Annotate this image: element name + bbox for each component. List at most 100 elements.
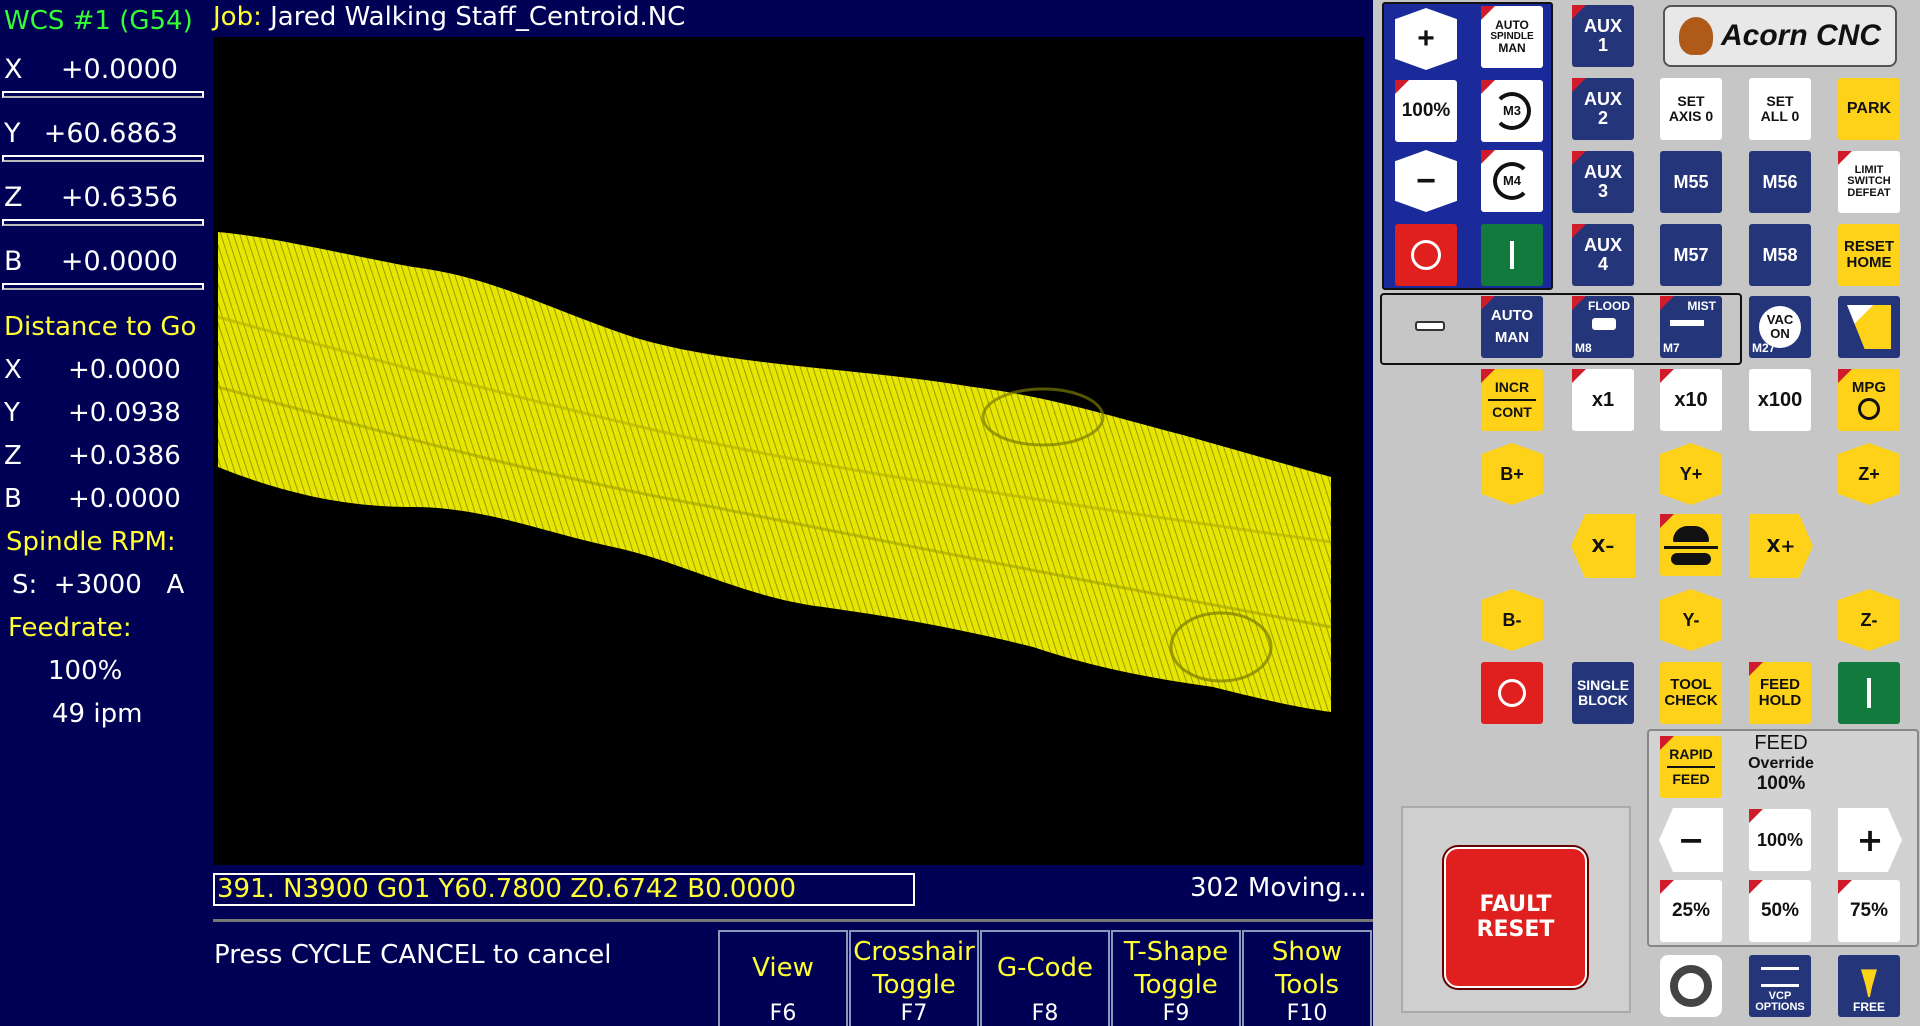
fkey-crosshair-toggle[interactable]: Crosshair Toggle F7 [849,930,979,1026]
spindle-cw-m3-button[interactable]: M3 [1481,80,1543,142]
toolpath-viewport[interactable] [213,37,1364,865]
cycle-start-icon [1867,678,1871,708]
spindle-stop-button[interactable] [1395,224,1457,286]
feed-override-100-button[interactable]: 100% [1749,809,1811,871]
axis-label: B [4,246,23,277]
fault-reset-button[interactable]: FAULT RESET [1444,847,1587,988]
fkey-number: F9 [1162,1001,1190,1026]
jog-y-plus-button[interactable]: Y+ [1660,443,1722,505]
flood-m8-button[interactable]: FLOOD M8 [1572,296,1634,358]
jog-b-plus-button[interactable]: B+ [1481,443,1543,505]
fkey-label-2: Toggle [872,970,956,1000]
rapid-feed-button[interactable]: RAPID FEED [1660,736,1722,798]
mpg-button[interactable]: MPG [1838,369,1900,431]
job-name: Jared Walking Staff_Centroid.NC [270,2,686,32]
fkey-label-2: Tools [1274,970,1340,1000]
auto-label: AUTO [1495,18,1529,33]
set-axis-zero-button[interactable]: SET AXIS 0 [1660,78,1722,140]
cycle-start-button[interactable] [1838,662,1900,724]
spindle-speed-minus-button[interactable]: − [1395,150,1457,212]
turtle-icon [1673,525,1709,542]
single-block-button[interactable]: SINGLE BLOCK [1572,662,1634,724]
mist-m7-button[interactable]: MIST M7 [1660,296,1722,358]
spindle-rpm-label: Spindle RPM: [6,527,176,557]
pin-icon [1861,969,1877,998]
dro-z[interactable]: Z +0.6356 [2,172,206,236]
toolpath-graphic [217,232,1332,712]
m7-label: M7 [1663,341,1680,356]
fkey-gcode[interactable]: G-Code F8 [980,930,1110,1026]
spindle-speed-plus-button[interactable]: + [1395,8,1457,70]
spindle-speed-100-button[interactable]: 100% [1395,80,1457,142]
axis-value: +0.0000 [60,54,178,85]
coolant-auto-man-button[interactable]: AUTO MAN [1481,296,1543,358]
fkey-view[interactable]: View F6 [718,930,848,1026]
dtg-axis-b: B [4,484,22,514]
divider [1664,545,1718,549]
axis-label: X [4,54,23,85]
faucet-icon [1592,318,1616,330]
m55-button[interactable]: M55 [1660,151,1722,213]
axis-value: +0.0000 [60,246,178,277]
cont-label: CONT [1492,404,1532,420]
m57-button[interactable]: M57 [1660,224,1722,286]
dro-b[interactable]: B +0.0000 [2,236,206,300]
m56-button[interactable]: M56 [1749,151,1811,213]
free-pin-button[interactable]: FREE [1838,955,1900,1017]
tool-check-button[interactable]: TOOL CHECK [1660,662,1722,724]
set-all-zero-button[interactable]: SET ALL 0 [1749,78,1811,140]
jog-x-plus-button[interactable]: X+ [1749,514,1813,578]
jog-x-minus-button[interactable]: X– [1571,514,1635,578]
prompt-message: Press CYCLE CANCEL to cancel [214,940,612,970]
coolant-faucet-icon [1411,315,1451,339]
aux1-button[interactable]: AUX 1 [1572,5,1634,67]
fkey-tshape-toggle[interactable]: T-Shape Toggle F9 [1111,930,1241,1026]
wcs-label: WCS #1 (G54) [4,6,193,36]
feed-override-25-button[interactable]: 25% [1660,880,1722,942]
work-light-button[interactable] [1838,296,1900,358]
jog-x1-button[interactable]: x1 [1572,369,1634,431]
divider [2,155,204,162]
override-percent: 100% [1756,773,1806,794]
spindle-auto-man-button[interactable]: AUTO SPINDLE MAN [1481,6,1543,68]
jog-z-plus-button[interactable]: Z+ [1838,443,1900,505]
dro-x[interactable]: X +0.0000 [2,44,206,108]
fkey-label: Crosshair [853,937,975,967]
spindle-ccw-m4-button[interactable]: M4 [1481,150,1543,212]
squirrel-icon [1678,17,1713,55]
mist-label: MIST [1687,299,1716,313]
rotate-cw-icon [1493,92,1531,130]
axis-label: Z [4,182,23,213]
aux3-button[interactable]: AUX 3 [1572,151,1634,213]
vacuum-m27-button[interactable]: VAC ON M27 [1749,296,1811,358]
aux2-button[interactable]: AUX 2 [1572,78,1634,140]
feed-hold-button[interactable]: FEED HOLD [1749,662,1811,724]
limit-switch-defeat-button[interactable]: LIMIT SWITCH DEFEAT [1838,151,1900,213]
logo-text: Acorn CNC [1720,19,1881,52]
jog-x100-button[interactable]: x100 [1749,369,1811,431]
dtg-value-y: +0.0938 [68,398,181,428]
park-button[interactable]: PARK [1838,78,1900,140]
divider [1667,766,1715,768]
jog-y-minus-button[interactable]: Y- [1660,589,1722,651]
fkey-label: G-Code [996,953,1094,983]
aux4-button[interactable]: AUX 4 [1572,224,1634,286]
incr-cont-button[interactable]: INCR CONT [1481,369,1543,431]
jog-x10-button[interactable]: x10 [1660,369,1722,431]
dro-y[interactable]: Y +60.6863 [2,108,206,172]
jog-b-minus-button[interactable]: B- [1481,589,1543,651]
fkey-show-tools[interactable]: Show Tools F10 [1242,930,1372,1026]
m58-button[interactable]: M58 [1749,224,1811,286]
settings-button[interactable] [1660,955,1722,1017]
jog-z-minus-button[interactable]: Z- [1838,589,1900,651]
cycle-cancel-button[interactable] [1481,662,1543,724]
man-label: MAN [1494,329,1530,346]
spindle-start-button[interactable] [1481,224,1543,286]
fast-slow-jog-button[interactable] [1660,514,1722,576]
rabbit-icon [1671,552,1711,565]
vcp-options-button[interactable]: VCP OPTIONS [1749,955,1811,1017]
gear-wrench-icon [1670,965,1712,1007]
feed-override-50-button[interactable]: 50% [1749,880,1811,942]
reset-home-button[interactable]: RESET HOME [1838,224,1900,286]
feed-override-75-button[interactable]: 75% [1838,880,1900,942]
